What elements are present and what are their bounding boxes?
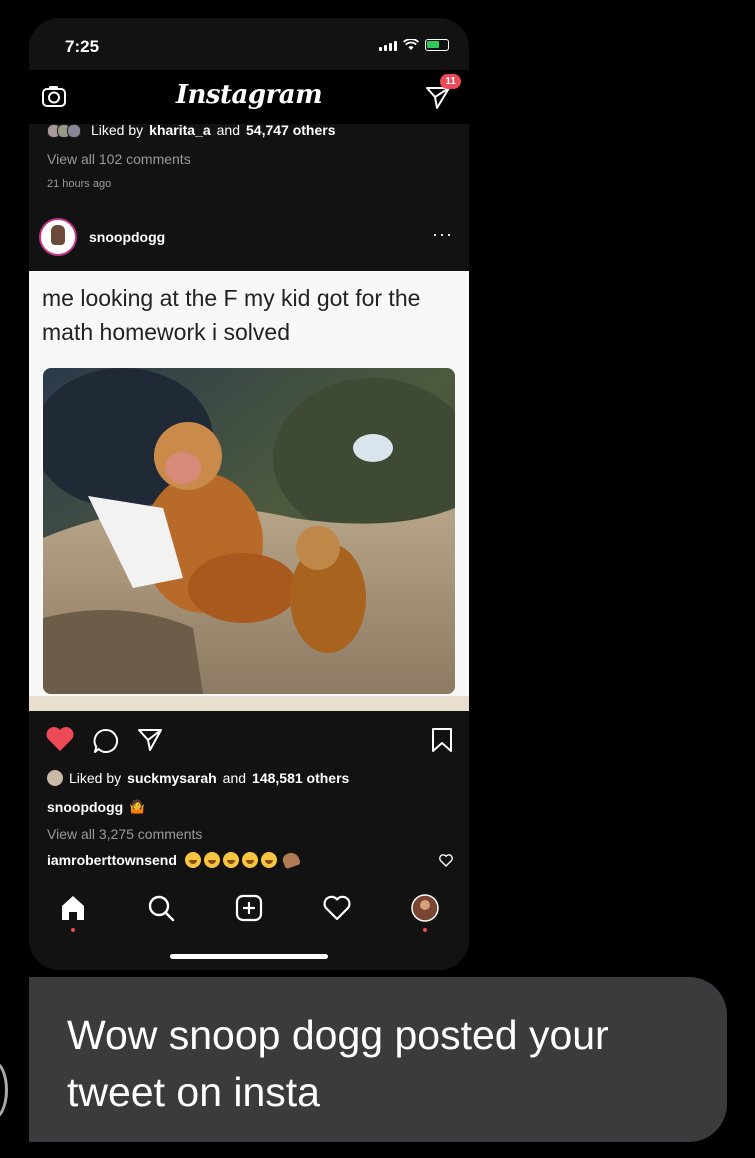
status-bar: 7:25 (29, 18, 469, 70)
home-indicator (170, 954, 328, 959)
status-time: 7:25 (65, 37, 100, 56)
comment-username[interactable]: iamroberttownsend (47, 852, 177, 868)
sender-avatar (0, 1060, 8, 1120)
view-all-comments[interactable]: View all 3,275 comments (47, 826, 202, 842)
add-post-icon[interactable] (233, 892, 265, 924)
laughing-emoji-icon (203, 852, 220, 868)
activity-heart-icon[interactable] (321, 892, 353, 924)
more-options-icon[interactable]: ··· (432, 224, 453, 245)
previous-time-ago: 21 hours ago (47, 178, 112, 190)
avatar[interactable] (39, 218, 77, 256)
laughing-emoji-icon (184, 852, 201, 868)
wifi-icon (403, 39, 419, 50)
clap-emoji-icon (280, 850, 301, 870)
liked-by-prefix: Liked by (69, 770, 122, 786)
previous-post-likes[interactable]: Liked by kharita_a and 54,747 others (47, 122, 336, 138)
profile-icon[interactable] (409, 892, 441, 924)
laughing-emoji-icon (241, 852, 258, 868)
bookmark-icon[interactable] (431, 727, 453, 753)
signal-icon (379, 41, 397, 51)
post-image[interactable]: me looking at the F my kid got for the m… (29, 271, 469, 711)
message-text: Wow snoop dogg posted your tweet on inst… (67, 1012, 609, 1115)
instagram-logo: Instagram (175, 80, 323, 110)
post-username[interactable]: snoopdogg (89, 229, 165, 245)
post-likes[interactable]: Liked by suckmysarah and 148,581 others (47, 770, 349, 786)
shrug-emoji-icon: 🤷 (129, 799, 146, 814)
monkey-photo (43, 368, 455, 694)
liked-by-prefix: Liked by (91, 122, 144, 138)
caption-line: snoopdogg 🤷 (47, 799, 145, 815)
profile-active-dot (423, 928, 427, 932)
message-bubble[interactable]: Wow snoop dogg posted your tweet on inst… (29, 977, 727, 1142)
bottom-tab-bar (29, 880, 469, 970)
laughing-emoji-icon (222, 852, 239, 868)
liked-by-user[interactable]: kharita_a (149, 122, 210, 138)
liker-avatar (47, 770, 63, 786)
dm-badge: 11 (440, 74, 461, 89)
laughing-emoji-icon (260, 852, 277, 868)
image-caption-text: me looking at the F my kid got for the m… (42, 285, 421, 345)
liker-avatars (47, 124, 85, 138)
search-icon[interactable] (145, 892, 177, 924)
liked-by-user[interactable]: suckmysarah (127, 770, 217, 786)
home-active-dot (71, 928, 75, 932)
previous-view-comments[interactable]: View all 102 comments (47, 151, 191, 167)
comment-line: iamroberttownsend (47, 850, 301, 870)
home-icon[interactable] (57, 892, 89, 924)
liked-by-and: and (216, 122, 240, 138)
heart-icon[interactable] (45, 726, 75, 752)
liked-by-count[interactable]: 148,581 others (252, 770, 349, 786)
screenshot-phone: 7:25 Instagram 11 Liked by kharita_a and… (29, 18, 469, 970)
caption-username[interactable]: snoopdogg (47, 799, 123, 815)
post-actions (29, 718, 469, 760)
instagram-header: Instagram 11 (29, 70, 469, 124)
comment-icon[interactable] (93, 728, 119, 754)
image-bottom-strip (29, 696, 469, 711)
share-icon[interactable] (137, 728, 163, 752)
liked-by-and: and (222, 770, 247, 786)
status-icons (379, 39, 449, 51)
post-header: snoopdogg ··· (29, 214, 469, 264)
liked-by-count[interactable]: 54,747 others (246, 122, 336, 138)
battery-icon (425, 39, 449, 51)
comment-like-heart-icon[interactable] (439, 854, 453, 867)
